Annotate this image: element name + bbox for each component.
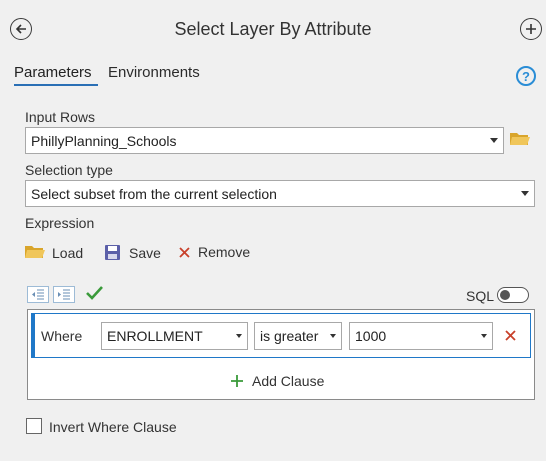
folder-icon — [510, 133, 530, 145]
value-combobox[interactable]: 1000 — [349, 322, 493, 350]
sql-toggle[interactable] — [497, 287, 529, 303]
add-clause-button[interactable]: Add Clause — [230, 373, 324, 389]
load-label: Load — [52, 244, 84, 261]
close-icon — [179, 246, 190, 258]
save-button[interactable]: Save — [104, 244, 161, 261]
remove-label: Remove — [198, 244, 251, 260]
plus-icon — [526, 24, 536, 34]
folder-icon — [25, 246, 45, 258]
input-rows-label: Input Rows — [25, 109, 96, 125]
plus-icon — [231, 375, 243, 387]
clause-value: 1000 — [355, 328, 387, 344]
help-icon[interactable]: ? — [516, 66, 536, 86]
chevron-down-icon — [490, 138, 498, 143]
selection-type-label: Selection type — [25, 162, 113, 178]
outdent-icon — [32, 289, 44, 300]
add-button[interactable] — [520, 18, 542, 40]
page-title: Select Layer By Attribute — [174, 19, 372, 39]
save-label: Save — [129, 244, 161, 261]
browse-folder-button[interactable] — [509, 130, 531, 153]
active-tab-indicator — [14, 84, 98, 86]
verify-button[interactable] — [85, 285, 104, 306]
tab-environments[interactable]: Environments — [108, 64, 200, 81]
sql-label: SQL — [466, 288, 495, 304]
input-rows-value: PhillyPlanning_Schools — [31, 132, 177, 149]
invert-where-checkbox[interactable] — [26, 418, 42, 434]
close-icon — [505, 330, 516, 341]
chevron-down-icon — [330, 334, 336, 338]
operator-value: is greater — [260, 328, 319, 344]
invert-where-label: Invert Where Clause — [49, 419, 177, 435]
chevron-down-icon — [236, 334, 242, 338]
selection-type-dropdown[interactable]: Select subset from the current selection — [25, 180, 535, 207]
add-clause-label: Add Clause — [252, 373, 325, 389]
indent-icon — [58, 289, 70, 300]
tab-parameters[interactable]: Parameters — [14, 64, 92, 81]
field-value: ENROLLMENT — [107, 328, 203, 344]
delete-clause-button[interactable] — [504, 329, 517, 347]
checkmark-icon — [86, 286, 103, 300]
remove-button[interactable]: Remove — [178, 244, 250, 260]
expression-label: Expression — [25, 215, 95, 231]
field-dropdown[interactable]: ENROLLMENT — [101, 322, 248, 350]
operator-dropdown[interactable]: is greater — [254, 322, 342, 350]
chevron-down-icon — [521, 191, 529, 196]
chevron-down-icon — [481, 334, 487, 338]
input-rows-dropdown[interactable]: PhillyPlanning_Schools — [25, 127, 504, 154]
toggle-knob — [500, 289, 510, 300]
selection-type-value: Select subset from the current selection — [31, 185, 277, 202]
floppy-disk-icon — [105, 245, 120, 260]
indent-button[interactable] — [53, 286, 75, 303]
load-button[interactable]: Load — [24, 244, 83, 261]
where-label: Where — [41, 328, 83, 344]
outdent-button[interactable] — [27, 286, 49, 303]
